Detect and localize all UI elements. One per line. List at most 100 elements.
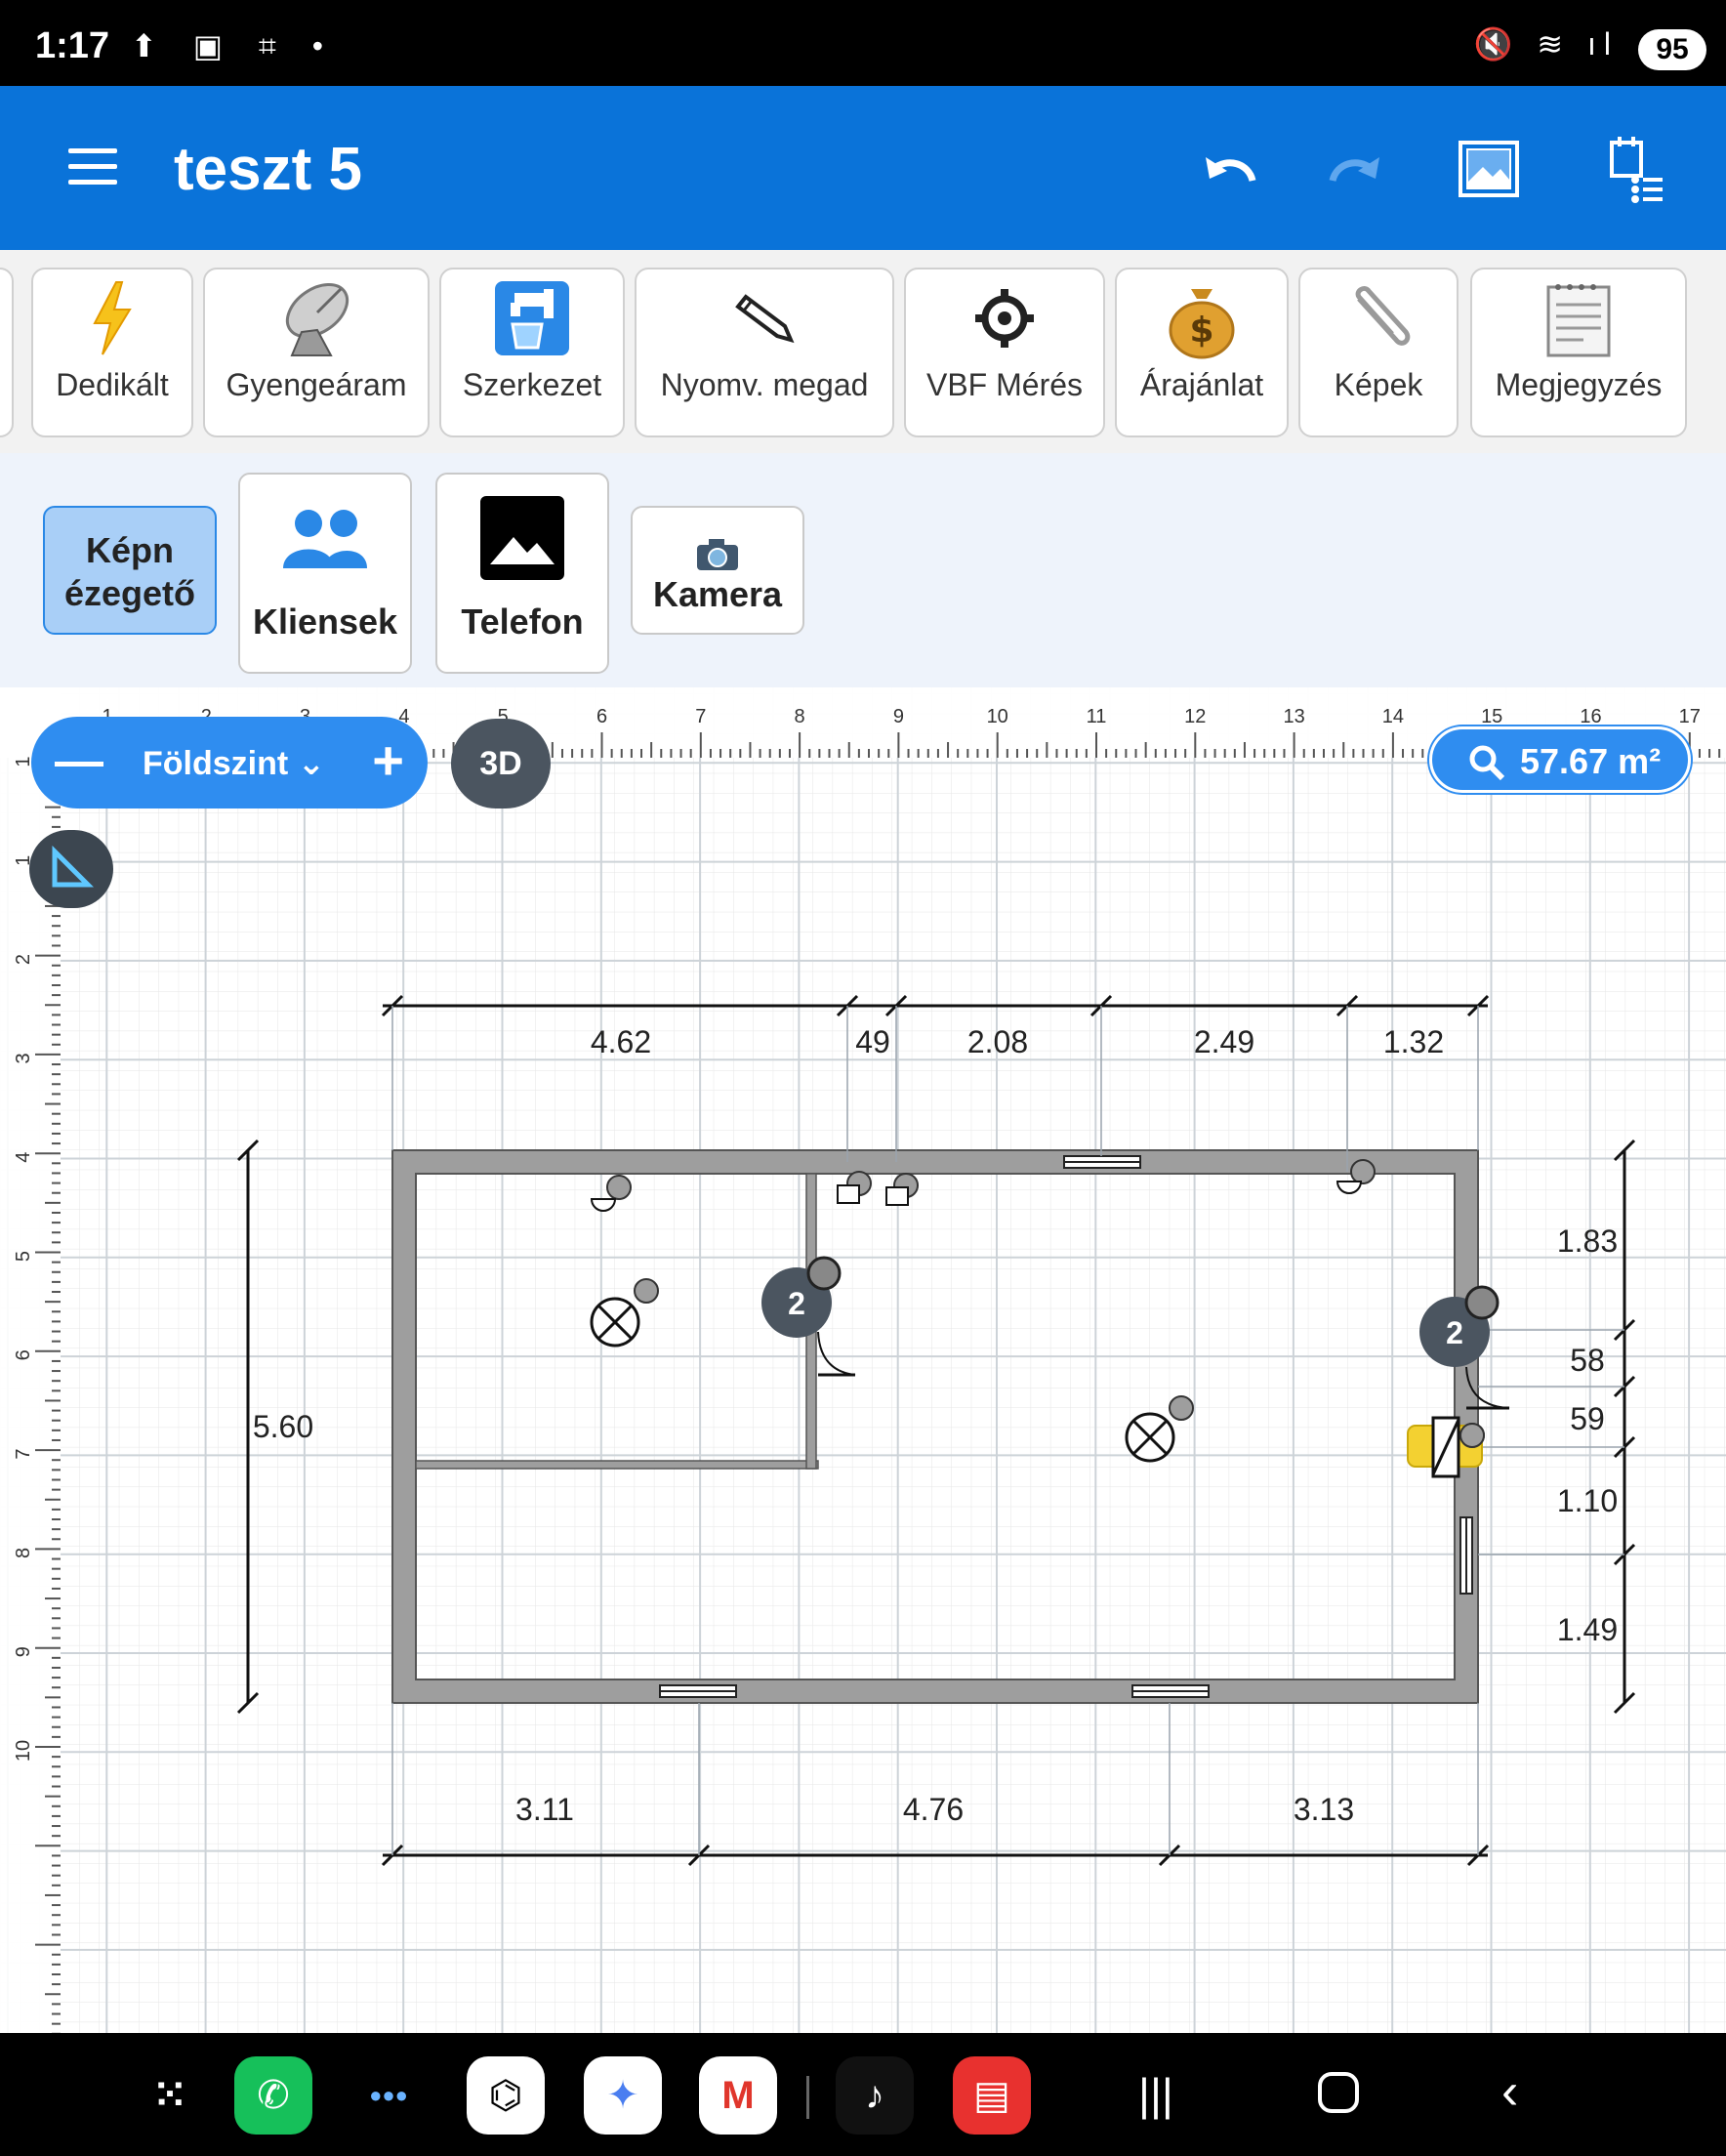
ruler-top-label: 15 — [1481, 706, 1502, 727]
dim-right-4: 1.10 — [1557, 1483, 1618, 1518]
floor-selector: — Földszint ⌄ + — [31, 717, 428, 808]
ruler-top-label: 11 — [1087, 706, 1107, 727]
dock-divider — [806, 2076, 809, 2119]
floor-plan-canvas[interactable]: 1234567891011121314151617112345678910 — [0, 687, 1726, 2033]
floor-plus-button[interactable]: + — [372, 728, 404, 792]
status-bar: 1:17 ⬆ ▣ ⌗ • 🔇 ≋ ıl 95 — [0, 0, 1726, 86]
toolbar-kepek[interactable]: Képek — [1298, 268, 1459, 437]
menu-icon[interactable] — [68, 148, 117, 187]
toolbar-nyomv-megad[interactable]: Nyomv. megad — [635, 268, 894, 437]
phone-icon[interactable]: ✆ — [234, 2056, 312, 2135]
multi-app-icon[interactable]: ●●● — [349, 2056, 428, 2135]
toolbar-gyengearam[interactable]: Gyengeáram — [203, 268, 430, 437]
dim-right-3: 59 — [1570, 1401, 1605, 1436]
ruler-left-label: 8 — [13, 1548, 34, 1558]
toolbar-arajanlat[interactable]: $ Árajánlat — [1115, 268, 1289, 437]
toolbar-label: Dedikált — [56, 367, 169, 402]
satellite-dish-icon — [205, 270, 428, 367]
home-icon[interactable] — [1318, 2072, 1359, 2113]
clients-label: Kliensek — [252, 601, 398, 642]
camera-button[interactable]: Kamera — [631, 506, 804, 635]
ruler-left-label: 7 — [13, 1449, 34, 1460]
redo-icon[interactable] — [1320, 135, 1388, 203]
system-nav-bar: ⁙ ✆ ●●● ⌬ ✦ M ♪ ▤ ||| ‹ — [0, 2033, 1726, 2156]
ruler-left-label: 2 — [13, 954, 34, 965]
back-icon[interactable]: ‹ — [1501, 2062, 1518, 2121]
area-zoom-button[interactable]: 57.67 m² — [1429, 726, 1691, 793]
dim-top-5: 1.32 — [1383, 1024, 1444, 1059]
clients-button[interactable]: Kliensek — [238, 473, 412, 674]
ruler-left-label: 6 — [13, 1349, 34, 1360]
toolbar-label: VBF Mérés — [925, 367, 1084, 402]
battery-indicator: 95 — [1638, 29, 1706, 70]
dim-bottom-2: 4.76 — [903, 1792, 964, 1827]
toolbar-vbf-meres[interactable]: VBF Mérés — [904, 268, 1105, 437]
ruler-left-label: 3 — [13, 1053, 34, 1063]
ruler-top-label: 7 — [695, 706, 706, 727]
dim-top-4: 2.49 — [1194, 1024, 1254, 1059]
toolbar-partial-item[interactable] — [0, 268, 14, 437]
gallery-icon — [437, 475, 607, 601]
money-bag-icon: $ — [1117, 270, 1287, 367]
ruler-tool-button[interactable] — [29, 830, 113, 908]
chevron-down-icon: ⌄ — [297, 745, 326, 782]
chatgpt-icon[interactable]: ⌬ — [467, 2056, 545, 2135]
action-row: Képn ézegető Kliensek Telefon Kamera — [0, 453, 1726, 687]
toolbar-label: Megjegyzés — [1495, 367, 1663, 402]
pencil-icon — [637, 270, 892, 367]
dim-right-5: 1.49 — [1557, 1612, 1618, 1647]
status-time: 1:17 — [35, 25, 110, 66]
gmail-icon[interactable]: M — [699, 2056, 777, 2135]
toolbar-megjegyzes[interactable]: Megjegyzés — [1470, 268, 1687, 437]
faucet-icon — [441, 270, 623, 367]
dim-bottom-1: 3.11 — [515, 1792, 574, 1827]
page-title: teszt 5 — [174, 136, 362, 203]
area-value: 57.67 m² — [1520, 741, 1662, 781]
ruler-top-label: 14 — [1382, 706, 1404, 727]
ruler-top-label: 17 — [1679, 706, 1701, 727]
camera-icon — [633, 535, 802, 574]
floor-dropdown[interactable]: Földszint ⌄ — [143, 744, 325, 783]
ruler-top-label: 13 — [1283, 706, 1304, 727]
gear-icon — [906, 270, 1103, 367]
svg-text:$: $ — [1189, 311, 1213, 351]
app-bar: teszt 5 — [0, 86, 1726, 250]
phone-gallery-button[interactable]: Telefon — [435, 473, 609, 674]
ruler-top-label: 6 — [596, 706, 607, 727]
image-icon[interactable] — [1455, 135, 1523, 203]
gemini-icon[interactable]: ✦ — [584, 2056, 662, 2135]
undo-icon[interactable] — [1197, 135, 1265, 203]
toolbar-label: Gyengeáram — [226, 367, 407, 402]
notes-icon[interactable]: ▤ — [953, 2056, 1031, 2135]
tiktok-icon[interactable]: ♪ — [836, 2056, 914, 2135]
toolbar-szerkezet[interactable]: Szerkezet — [439, 268, 625, 437]
ruler-left-label: 9 — [13, 1646, 34, 1657]
apps-grid-icon[interactable]: ⁙ — [131, 2056, 209, 2135]
paperclip-icon — [1300, 270, 1457, 367]
toolbar-dedikalt[interactable]: Dedikált — [31, 268, 193, 437]
dim-bottom-3: 3.13 — [1294, 1792, 1354, 1827]
toolbar-label: Nyomv. megad — [660, 367, 869, 402]
ruler-top-label: 12 — [1184, 706, 1206, 727]
image-viewer-button[interactable]: Képn ézegető — [43, 506, 217, 635]
dim-top-3: 2.08 — [967, 1024, 1028, 1059]
toolbar: Dedikált Gyengeáram Szerkezet Nyomv. meg… — [0, 250, 1726, 453]
recents-icon[interactable]: ||| — [1138, 2068, 1173, 2121]
view-3d-button[interactable]: 3D — [451, 719, 551, 808]
dim-top-2: 49 — [855, 1024, 890, 1059]
floor-plan-svg: 1234567891011121314151617112345678910 — [0, 687, 1726, 2033]
people-icon — [240, 475, 410, 601]
dim-top-1: 4.62 — [591, 1024, 651, 1059]
task-list-icon[interactable] — [1601, 135, 1669, 203]
dim-left: 5.60 — [253, 1409, 313, 1444]
floor-minus-button[interactable]: — — [55, 732, 103, 789]
ruler-top-label: 10 — [987, 706, 1008, 727]
ruler-left-label: 5 — [13, 1251, 34, 1262]
toolbar-label: Árajánlat — [1139, 367, 1264, 402]
ruler-top-label: 16 — [1580, 706, 1601, 727]
dim-right-1: 1.83 — [1557, 1223, 1618, 1259]
ruler-top-label: 9 — [893, 706, 904, 727]
ruler-left-label: 10 — [13, 1740, 34, 1762]
phone-label: Telefon — [461, 601, 584, 642]
camera-label: Kamera — [652, 574, 783, 614]
